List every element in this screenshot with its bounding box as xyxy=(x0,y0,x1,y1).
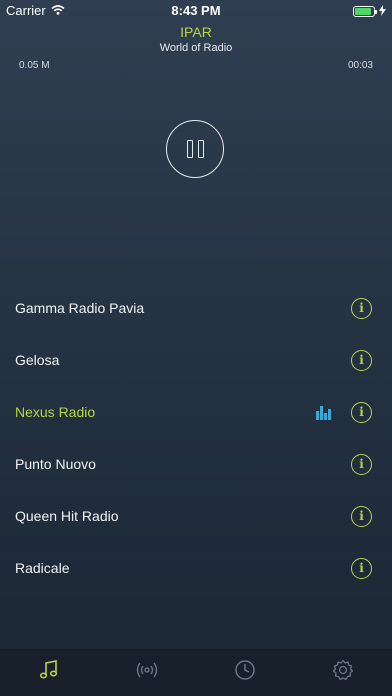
tab-history[interactable] xyxy=(196,649,294,696)
station-name: Punto Nuovo xyxy=(15,456,96,472)
charging-icon xyxy=(379,4,386,19)
battery-fill xyxy=(355,8,372,15)
bitrate-label: 0.05 M xyxy=(19,60,50,71)
gear-icon xyxy=(332,659,354,686)
station-name: Nexus Radio xyxy=(15,404,96,420)
station-name: Gelosa xyxy=(15,352,60,368)
tab-music[interactable] xyxy=(0,649,98,696)
station-row[interactable]: Nexus Radio i xyxy=(0,386,392,438)
status-time: 8:43 PM xyxy=(171,3,221,18)
station-name: Gamma Radio Pavia xyxy=(15,300,145,316)
player-meta: 0.05 M 00:03 xyxy=(19,60,373,71)
app-title: IPAR xyxy=(180,24,212,40)
station-row[interactable]: Gelosa i xyxy=(0,334,392,386)
status-bar: Carrier 8:43 PM xyxy=(0,0,392,22)
elapsed-time: 00:03 xyxy=(347,60,373,71)
info-icon[interactable]: i xyxy=(351,401,372,423)
info-icon[interactable]: i xyxy=(351,349,372,371)
station-row[interactable]: Gamma Radio Pavia i xyxy=(0,282,392,334)
station-row[interactable]: Radicale i xyxy=(0,542,392,594)
station-name: Radicale xyxy=(15,560,70,576)
info-icon[interactable]: i xyxy=(351,505,372,527)
station-row[interactable]: Queen Hit Radio i xyxy=(0,490,392,542)
pause-icon-bar-right xyxy=(197,140,204,158)
station-row[interactable]: Punto Nuovo i xyxy=(0,438,392,490)
player-controls xyxy=(166,120,224,178)
station-name: Queen Hit Radio xyxy=(15,508,119,524)
clock-icon xyxy=(234,659,256,686)
music-note-icon xyxy=(38,659,60,686)
status-right xyxy=(353,4,386,19)
equalizer-icon xyxy=(316,404,334,420)
pause-button[interactable] xyxy=(166,120,224,178)
tab-live[interactable] xyxy=(98,649,196,696)
tab-settings[interactable] xyxy=(294,649,392,696)
battery-tip xyxy=(375,10,377,14)
info-icon[interactable]: i xyxy=(351,557,372,579)
tab-bar xyxy=(0,649,392,696)
app-subtitle: World of Radio xyxy=(159,42,233,54)
station-list: Gamma Radio Pavia i Gelosa i Nexus Radio… xyxy=(0,282,392,594)
pause-icon-bar-left xyxy=(186,140,193,158)
info-icon[interactable]: i xyxy=(351,453,372,475)
battery-icon xyxy=(353,6,377,17)
now-playing-header: IPAR World of Radio xyxy=(0,24,392,55)
info-icon[interactable]: i xyxy=(351,297,372,319)
broadcast-icon xyxy=(135,660,159,685)
